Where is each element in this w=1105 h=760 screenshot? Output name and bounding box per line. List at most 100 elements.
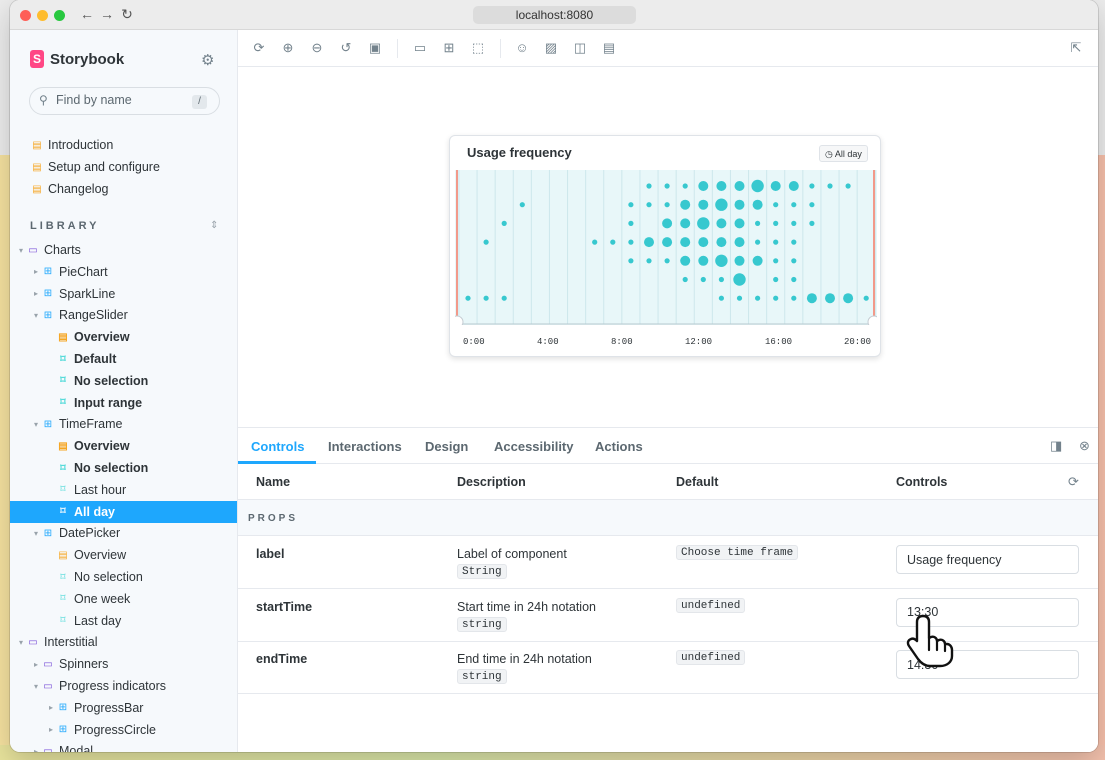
document-icon: ▤ (58, 440, 68, 452)
data-point (700, 276, 706, 283)
sidebar-item-no-selection[interactable]: ⌑ No selection (10, 370, 237, 392)
sidebar-item-charts[interactable]: ▾ ▭ Charts (10, 239, 237, 261)
sidebar-item-piechart[interactable]: ▸ ⊞ PieChart (10, 261, 237, 283)
reset-controls-icon[interactable]: ⟳ (1068, 474, 1079, 490)
chevron-down-icon[interactable]: ▾ (16, 638, 26, 647)
docs-item[interactable]: ▤ Introduction (10, 134, 237, 156)
data-point (628, 220, 634, 226)
accessibility-icon[interactable]: ☺ (514, 40, 530, 55)
sidebar-item-interstitial[interactable]: ▾ ▭ Interstitial (10, 631, 237, 653)
chevron-right-icon[interactable]: ▸ (46, 703, 56, 712)
sidebar-item-last-day[interactable]: ⌑ Last day (10, 610, 237, 632)
close-window-button[interactable] (20, 10, 31, 21)
collapse-all-icon[interactable]: ⇕ (210, 220, 218, 231)
sidebar-item-label: Input range (74, 395, 143, 410)
folder-icon: ▭ (43, 680, 53, 692)
address-bar[interactable]: localhost:8080 (473, 6, 636, 24)
sidebar-item-one-week[interactable]: ⌑ One week (10, 588, 237, 610)
chevron-down-icon[interactable]: ▾ (31, 682, 41, 691)
chevron-right-icon[interactable]: ▸ (31, 267, 41, 276)
tab-controls[interactable]: Controls (251, 439, 304, 454)
chevron-right-icon[interactable]: ▸ (31, 289, 41, 298)
sidebar-item-input-range[interactable]: ⌑ Input range (10, 392, 237, 414)
sidebar-item-spinners[interactable]: ▸ ▭ Spinners (10, 653, 237, 675)
panel-position-icon[interactable]: ◨ (1050, 438, 1062, 454)
close-panel-icon[interactable]: ⊗ (1079, 438, 1090, 454)
tab-interactions[interactable]: Interactions (328, 439, 402, 454)
chevron-down-icon[interactable]: ▾ (16, 246, 26, 255)
data-point (809, 202, 815, 208)
back-arrow-icon[interactable]: ← (79, 6, 95, 22)
chevron-down-icon[interactable]: ▾ (31, 420, 41, 429)
maximize-window-button[interactable] (54, 10, 65, 21)
sidebar-item-label: Overview (74, 330, 130, 345)
reset-zoom-icon[interactable]: ↺ (338, 40, 354, 56)
component-icon: ⊞ (58, 724, 68, 736)
grid-icon[interactable]: ⊞ (441, 40, 457, 56)
data-point (592, 239, 598, 245)
minimize-window-button[interactable] (37, 10, 48, 21)
props-section-header[interactable]: PROPS (238, 500, 1098, 536)
sidebar-item-last-hour[interactable]: ⌑ Last hour (10, 479, 237, 501)
outline-icon[interactable]: ⬚ (470, 40, 486, 56)
sidebar-item-default[interactable]: ⌑ Default (10, 348, 237, 370)
viewport-icon[interactable]: ▭ (412, 40, 428, 56)
chevron-down-icon[interactable]: ▾ (31, 311, 41, 320)
x-tick-label: 16:00 (765, 337, 793, 347)
sidebar-item-label: Charts (44, 243, 81, 257)
comment-icon[interactable]: ▤ (601, 40, 617, 56)
data-point (644, 237, 654, 248)
document-icon: ▤ (58, 549, 68, 561)
sidebar-item-timeframe[interactable]: ▾ ⊞ TimeFrame (10, 413, 237, 435)
bookmark-icon: ⌑ (60, 615, 66, 627)
sidebar-item-progress-indicators[interactable]: ▾ ▭ Progress indicators (10, 675, 237, 697)
settings-gear-icon[interactable]: ⚙ (201, 51, 214, 69)
background-icon[interactable]: ▣ (367, 40, 383, 56)
tab-accessibility[interactable]: Accessibility (494, 439, 574, 454)
label-input[interactable] (896, 545, 1079, 574)
sidebar-item-overview[interactable]: ▤ Overview (10, 326, 237, 348)
sidebar-item-overview[interactable]: ▤ Overview (10, 435, 237, 457)
data-point (773, 258, 779, 264)
bookmark-icon: ⌑ (60, 593, 66, 605)
sidebar-item-sparkline[interactable]: ▸ ⊞ SparkLine (10, 283, 237, 305)
storybook-logo[interactable]: S Storybook (30, 50, 124, 68)
prop-default: undefined (676, 597, 746, 613)
remount-icon[interactable]: ⟳ (251, 40, 267, 56)
zoom-in-icon[interactable]: ⊕ (280, 40, 296, 56)
sidebar-item-datepicker[interactable]: ▾ ⊞ DatePicker (10, 522, 237, 544)
data-point (791, 295, 797, 301)
tab-design[interactable]: Design (425, 439, 468, 454)
chevron-right-icon[interactable]: ▸ (46, 725, 56, 734)
chevron-right-icon[interactable]: ▸ (31, 747, 41, 752)
clock-icon: ◷ (825, 149, 833, 159)
search-box[interactable]: ⚲ / (29, 87, 220, 115)
data-point (501, 220, 507, 226)
sidebar-item-overview[interactable]: ▤ Overview (10, 544, 237, 566)
sidebar-item-no-selection[interactable]: ⌑ No selection (10, 566, 237, 588)
addons-tabs: Controls Interactions Design Accessibility A… (238, 428, 1098, 464)
x-tick-label: 0:00 (463, 337, 485, 347)
sidebar-item-progresscircle[interactable]: ▸ ⊞ ProgressCircle (10, 719, 237, 741)
data-point (716, 237, 727, 248)
sidebar-item-progressbar[interactable]: ▸ ⊞ ProgressBar (10, 697, 237, 719)
docs-item[interactable]: ▤ Setup and configure (10, 156, 237, 178)
zoom-out-icon[interactable]: ⊖ (309, 40, 325, 56)
sidebar-item-modal[interactable]: ▸ ▭ Modal (10, 740, 237, 752)
sidebar-item-no-selection[interactable]: ⌑ No selection (10, 457, 237, 479)
forward-arrow-icon[interactable]: → (99, 6, 115, 22)
sidebar-item-all-day[interactable]: ⌑ All day (10, 500, 237, 523)
compare-image-icon[interactable]: ◫ (572, 40, 588, 56)
docs-item[interactable]: ▤ Changelog (10, 178, 237, 200)
reload-icon[interactable]: ↻ (119, 6, 135, 23)
sidebar-item-label: Modal (59, 744, 94, 752)
tab-actions[interactable]: Actions (595, 439, 643, 454)
chevron-down-icon[interactable]: ▾ (31, 529, 41, 538)
chevron-right-icon[interactable]: ▸ (31, 660, 41, 669)
search-input[interactable] (56, 93, 186, 107)
open-new-tab-icon[interactable]: ⇱ (1068, 40, 1084, 56)
image-icon[interactable]: ▨ (543, 40, 559, 56)
sidebar-item-rangeslider[interactable]: ▾ ⊞ RangeSlider (10, 304, 237, 326)
all-day-badge[interactable]: ◷ All day (819, 145, 868, 162)
usage-frequency-chart[interactable] (455, 170, 877, 325)
